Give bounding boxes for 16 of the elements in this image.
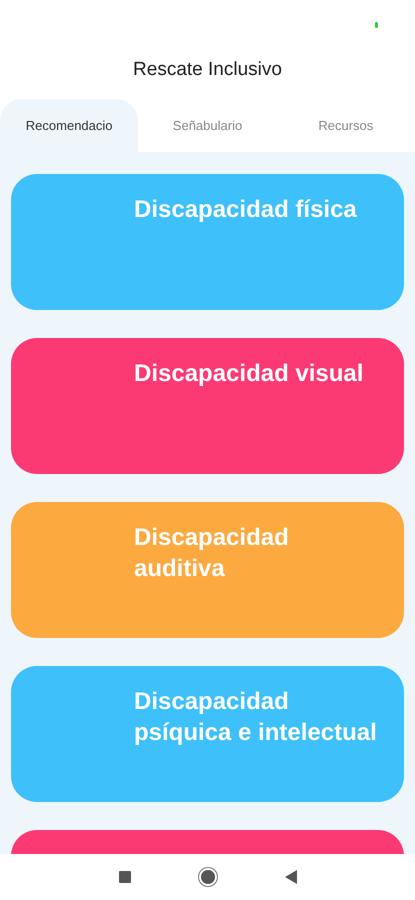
category-card[interactable]: Discapacidad física [11,174,404,310]
card-title: Discapacidad física [134,195,358,225]
card-title: Discapacidad visual [134,359,364,389]
tab[interactable]: Recomendacio [0,99,138,152]
app-title: Rescate Inclusivo [132,58,283,82]
category-card[interactable]: Discapacidad psíquica e intelectual [11,666,404,802]
category-card[interactable]: Discapacidad visual [11,338,404,474]
category-card[interactable]: Discapacidad auditiva [11,502,404,638]
recents-icon[interactable] [118,871,130,883]
card-title: Discapacidad auditiva [134,523,290,584]
tab[interactable]: Señabulario [138,99,277,152]
home-icon[interactable] [200,870,214,884]
status-indicator-icon [375,22,378,28]
back-icon[interactable] [284,870,296,884]
card-title: Discapacidad psíquica e intelectual [134,687,378,748]
tab[interactable]: Recursos [276,99,415,152]
